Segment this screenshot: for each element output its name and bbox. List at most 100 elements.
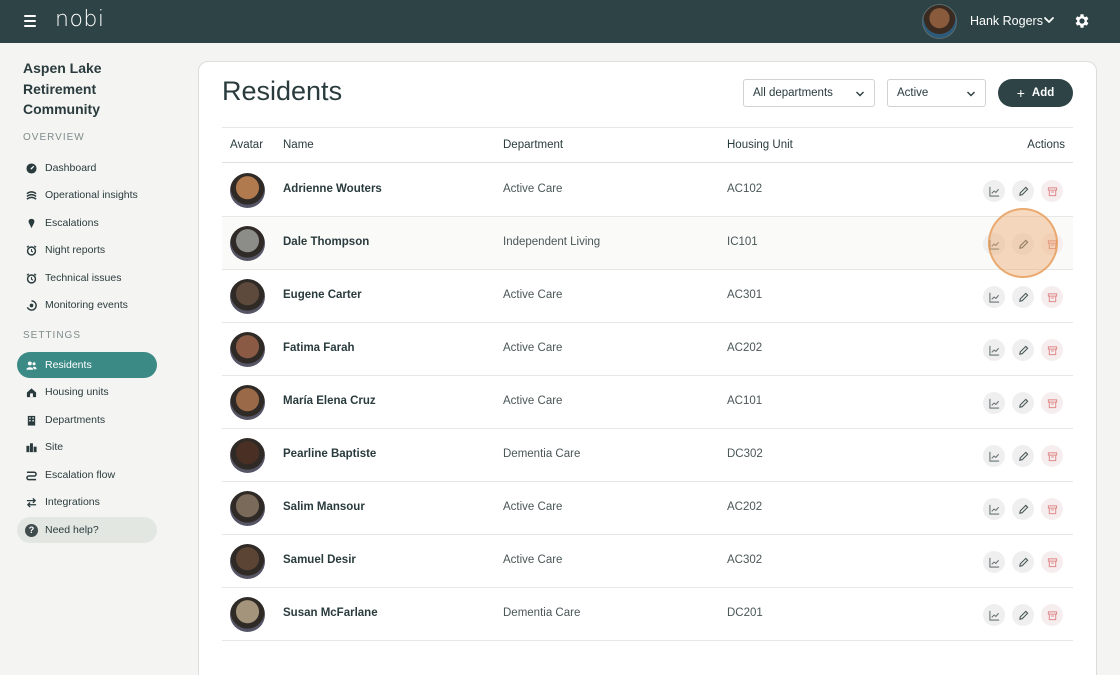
- table-row[interactable]: Pearline Baptiste Dementia Care DC302: [222, 429, 1073, 482]
- archive-icon: [1047, 345, 1058, 356]
- sidebar-item-night-reports[interactable]: Night reports: [17, 237, 157, 263]
- user-avatar[interactable]: [922, 4, 957, 39]
- resident-name[interactable]: Fatima Farah: [283, 342, 355, 354]
- insights-button[interactable]: [983, 498, 1005, 520]
- table-row[interactable]: Salim Mansour Active Care AC202: [222, 482, 1073, 535]
- resident-department: Active Care: [503, 289, 563, 301]
- edit-button[interactable]: [1012, 445, 1034, 467]
- archive-button[interactable]: [1041, 445, 1063, 467]
- insights-button[interactable]: [983, 392, 1005, 414]
- archive-button[interactable]: [1041, 339, 1063, 361]
- resident-housing-unit: IC101: [727, 236, 758, 248]
- archive-button[interactable]: [1041, 180, 1063, 202]
- resident-department: Dementia Care: [503, 448, 581, 460]
- table-row[interactable]: Dale Thompson Independent Living IC101: [222, 217, 1073, 270]
- add-resident-button[interactable]: + Add: [998, 79, 1073, 107]
- sidebar-item-monitoring-events[interactable]: Monitoring events: [17, 292, 157, 318]
- edit-button[interactable]: [1012, 392, 1034, 414]
- chart-icon: [988, 186, 1000, 197]
- resident-name[interactable]: Salim Mansour: [283, 501, 365, 513]
- sidebar-item-label: Escalations: [45, 217, 99, 229]
- organization-name: Aspen Lake Retirement Community: [23, 60, 102, 117]
- edit-button[interactable]: [1012, 551, 1034, 573]
- sidebar-item-departments[interactable]: Departments: [17, 407, 157, 433]
- sidebar-item-integrations[interactable]: Integrations: [17, 489, 157, 515]
- top-bar: nobi Hank Rogers: [0, 0, 1120, 43]
- column-header-actions: Actions: [1027, 139, 1065, 151]
- table-row[interactable]: Susan McFarlane Dementia Care DC201: [222, 588, 1073, 641]
- resident-name[interactable]: Samuel Desir: [283, 554, 356, 566]
- insights-button[interactable]: [983, 233, 1005, 255]
- edit-button[interactable]: [1012, 180, 1034, 202]
- need-help-label: Need help?: [45, 524, 99, 536]
- edit-icon: [1018, 610, 1029, 621]
- resident-housing-unit: AC302: [727, 554, 763, 566]
- edit-button[interactable]: [1012, 498, 1034, 520]
- insights-button[interactable]: [983, 551, 1005, 573]
- sidebar-item-escalations[interactable]: Escalations: [17, 210, 157, 236]
- sidebar-item-label: Night reports: [45, 244, 106, 256]
- archive-icon: [1047, 610, 1058, 621]
- table-row[interactable]: Fatima Farah Active Care AC202: [222, 323, 1073, 376]
- edit-button[interactable]: [1012, 604, 1034, 626]
- insights-button[interactable]: [983, 180, 1005, 202]
- sidebar-item-housing-units[interactable]: Housing units: [17, 379, 157, 405]
- insights-button[interactable]: [983, 604, 1005, 626]
- table-row[interactable]: Eugene Carter Active Care AC301: [222, 270, 1073, 323]
- table-row[interactable]: Samuel Desir Active Care AC302: [222, 535, 1073, 588]
- archive-button[interactable]: [1041, 604, 1063, 626]
- sidebar-item-site[interactable]: Site: [17, 434, 157, 460]
- resident-name[interactable]: Pearline Baptiste: [283, 448, 376, 460]
- sidebar-item-escalation-flow[interactable]: Escalation flow: [17, 462, 157, 488]
- sidebar-item-label: Site: [45, 441, 64, 453]
- chevron-down-icon[interactable]: [1043, 14, 1055, 26]
- sidebar-item-operational-insights[interactable]: Operational insights: [17, 182, 157, 208]
- page-title: Residents: [222, 76, 343, 106]
- site-icon: [26, 442, 37, 453]
- sidebar-item-dashboard[interactable]: Dashboard: [17, 155, 157, 181]
- archive-button[interactable]: [1041, 551, 1063, 573]
- insights-button[interactable]: [983, 445, 1005, 467]
- edit-button[interactable]: [1012, 286, 1034, 308]
- resident-department: Active Care: [503, 395, 563, 407]
- sidebar-item-label: Housing units: [45, 386, 109, 398]
- user-name[interactable]: Hank Rogers: [970, 14, 1043, 28]
- gear-icon[interactable]: [1073, 12, 1091, 30]
- need-help-button[interactable]: ? Need help?: [17, 517, 157, 543]
- table-row[interactable]: María Elena Cruz Active Care AC101: [222, 376, 1073, 429]
- users-icon: [26, 360, 37, 371]
- status-filter-select[interactable]: Active: [887, 79, 986, 107]
- resident-name[interactable]: Adrienne Wouters: [283, 183, 382, 195]
- sidebar-item-label: Residents: [45, 359, 92, 371]
- edit-button[interactable]: [1012, 233, 1034, 255]
- column-header-avatar: Avatar: [230, 139, 264, 151]
- archive-icon: [1047, 451, 1058, 462]
- resident-name[interactable]: Eugene Carter: [283, 289, 362, 301]
- archive-button[interactable]: [1041, 233, 1063, 255]
- resident-name[interactable]: María Elena Cruz: [283, 395, 376, 407]
- chart-icon: [988, 557, 1000, 568]
- resident-name[interactable]: Dale Thompson: [283, 236, 369, 248]
- overview-section-label: OVERVIEW: [23, 132, 85, 143]
- resident-department: Active Care: [503, 183, 563, 195]
- insights-button[interactable]: [983, 339, 1005, 361]
- edit-button[interactable]: [1012, 339, 1034, 361]
- resident-name[interactable]: Susan McFarlane: [283, 607, 378, 619]
- archive-button[interactable]: [1041, 286, 1063, 308]
- app-logo[interactable]: nobi: [55, 7, 104, 32]
- sidebar-item-label: Operational insights: [45, 189, 138, 201]
- table-row[interactable]: Adrienne Wouters Active Care AC102: [222, 164, 1073, 217]
- archive-icon: [1047, 292, 1058, 303]
- resident-avatar: [230, 332, 265, 367]
- sidebar-item-technical-issues[interactable]: Technical issues: [17, 265, 157, 291]
- department-filter-select[interactable]: All departments: [743, 79, 875, 107]
- archive-button[interactable]: [1041, 498, 1063, 520]
- sidebar-item-residents[interactable]: Residents: [17, 352, 157, 378]
- chevron-down-icon: [967, 91, 975, 97]
- table-header: Avatar Name Department Housing Unit Acti…: [222, 127, 1073, 163]
- menu-icon[interactable]: [24, 15, 36, 27]
- insights-button[interactable]: [983, 286, 1005, 308]
- archive-button[interactable]: [1041, 392, 1063, 414]
- status-filter-value: Active: [897, 87, 929, 99]
- escalation-icon: [26, 218, 37, 229]
